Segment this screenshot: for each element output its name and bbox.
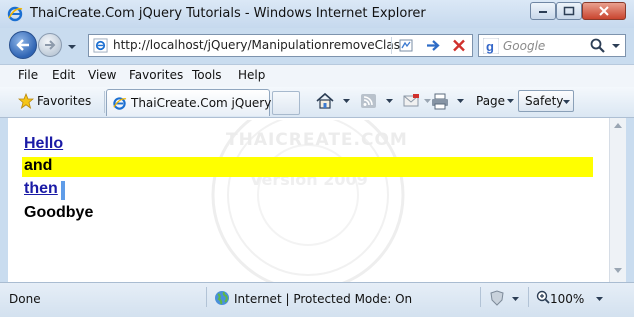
page-menu-button[interactable]: Page [476,94,505,108]
left-frame-border [0,118,8,282]
favorites-bar: Favorites ThaiCreate.Com jQuery ... Page… [0,87,634,118]
svg-text:g: g [486,39,494,54]
vertical-scrollbar[interactable] [609,118,626,282]
status-divider [528,287,529,307]
goodbye-text: Goodbye [24,204,94,221]
page-ie-icon [93,38,108,53]
stop-icon[interactable] [449,37,469,54]
search-options-dropdown-icon[interactable] [610,37,622,54]
security-zone-text[interactable]: Internet | Protected Mode: On [234,292,412,306]
feeds-dropdown-icon[interactable] [386,99,393,103]
ie-page-icon [113,97,127,110]
then-link[interactable]: then [24,180,58,198]
feeds-icon[interactable] [360,92,378,110]
menu-view[interactable]: View [88,68,116,82]
tab-thaicreate[interactable]: ThaiCreate.Com jQuery ... [106,89,287,116]
page-dropdown-icon[interactable] [507,99,514,103]
status-divider [480,287,481,307]
zoom-dropdown-icon[interactable] [596,297,603,301]
home-dropdown-icon[interactable] [343,99,350,103]
recent-pages-dropdown-icon[interactable] [67,43,77,51]
forward-button[interactable] [38,33,62,57]
close-icon [599,6,609,16]
minimize-button[interactable] [530,2,556,20]
hello-link[interactable]: Hello [24,135,63,153]
menu-favorites[interactable]: Favorites [129,68,183,82]
safety-menu-button[interactable]: Safety [518,90,574,112]
maximize-icon [563,6,575,16]
menu-file[interactable]: File [18,68,38,82]
favorites-button[interactable]: Favorites [37,94,91,108]
focus-caret [61,181,65,200]
browser-window: ThaiCreate.Com jQuery Tutorials - Window… [0,0,634,317]
forward-arrow-icon [45,40,56,50]
scroll-up-icon[interactable] [614,123,622,128]
watermark-seal: THAICREATE.COM Version 2009 [178,120,438,282]
protected-mode-dropdown-icon[interactable] [512,297,519,301]
window-title: ThaiCreate.Com jQuery Tutorials - Window… [30,6,426,21]
print-icon[interactable] [430,92,450,110]
search-box[interactable]: g Google [478,34,626,57]
right-frame-border [626,118,634,282]
watermark-title: THAICREATE.COM [226,130,408,150]
status-text: Done [9,292,41,306]
minimize-icon [539,11,547,13]
title-bar: ThaiCreate.Com jQuery Tutorials - Window… [0,0,634,28]
close-button[interactable] [582,2,626,20]
go-icon[interactable] [423,37,443,54]
and-text: and [24,157,53,174]
menu-edit[interactable]: Edit [52,68,75,82]
maximize-button[interactable] [556,2,582,20]
menu-tools[interactable]: Tools [192,68,222,82]
back-button[interactable] [9,31,37,59]
google-icon: g [483,38,499,54]
zoom-icon[interactable] [536,290,550,304]
page-content: THAICREATE.COM Version 2009 Hello and th… [8,118,609,282]
zoom-level[interactable]: 100% [550,292,584,306]
menu-help[interactable]: Help [238,68,265,82]
status-bar: Done Internet | Protected Mode: On 100% [0,282,634,317]
menu-bar: File Edit View Favorites Tools Help [0,64,634,88]
read-mail-icon[interactable] [402,92,420,110]
favorites-star-icon[interactable] [18,93,34,109]
favorites-divider [104,91,105,113]
print-dropdown-icon[interactable] [457,99,464,103]
address-bar[interactable]: http://localhost/jQuery/Manipulationremo… [88,34,473,57]
status-divider [206,287,207,307]
globe-icon [215,291,229,305]
tab-label: ThaiCreate.Com jQuery ... [131,96,287,110]
compatibility-view-icon[interactable] [396,37,416,54]
back-arrow-icon [16,39,29,51]
safety-dropdown-icon [563,100,570,104]
highlight-background [22,157,593,177]
url-text[interactable]: http://localhost/jQuery/Manipulationremo… [113,38,403,52]
ie-icon [7,6,23,22]
new-tab-button[interactable] [272,91,300,115]
search-placeholder[interactable]: Google [503,39,545,53]
search-icon[interactable] [589,37,607,54]
home-icon[interactable] [315,92,335,110]
scroll-down-icon[interactable] [614,268,622,273]
address-divider [391,37,392,54]
protected-mode-icon[interactable] [488,290,506,306]
safety-label: Safety [525,94,564,108]
